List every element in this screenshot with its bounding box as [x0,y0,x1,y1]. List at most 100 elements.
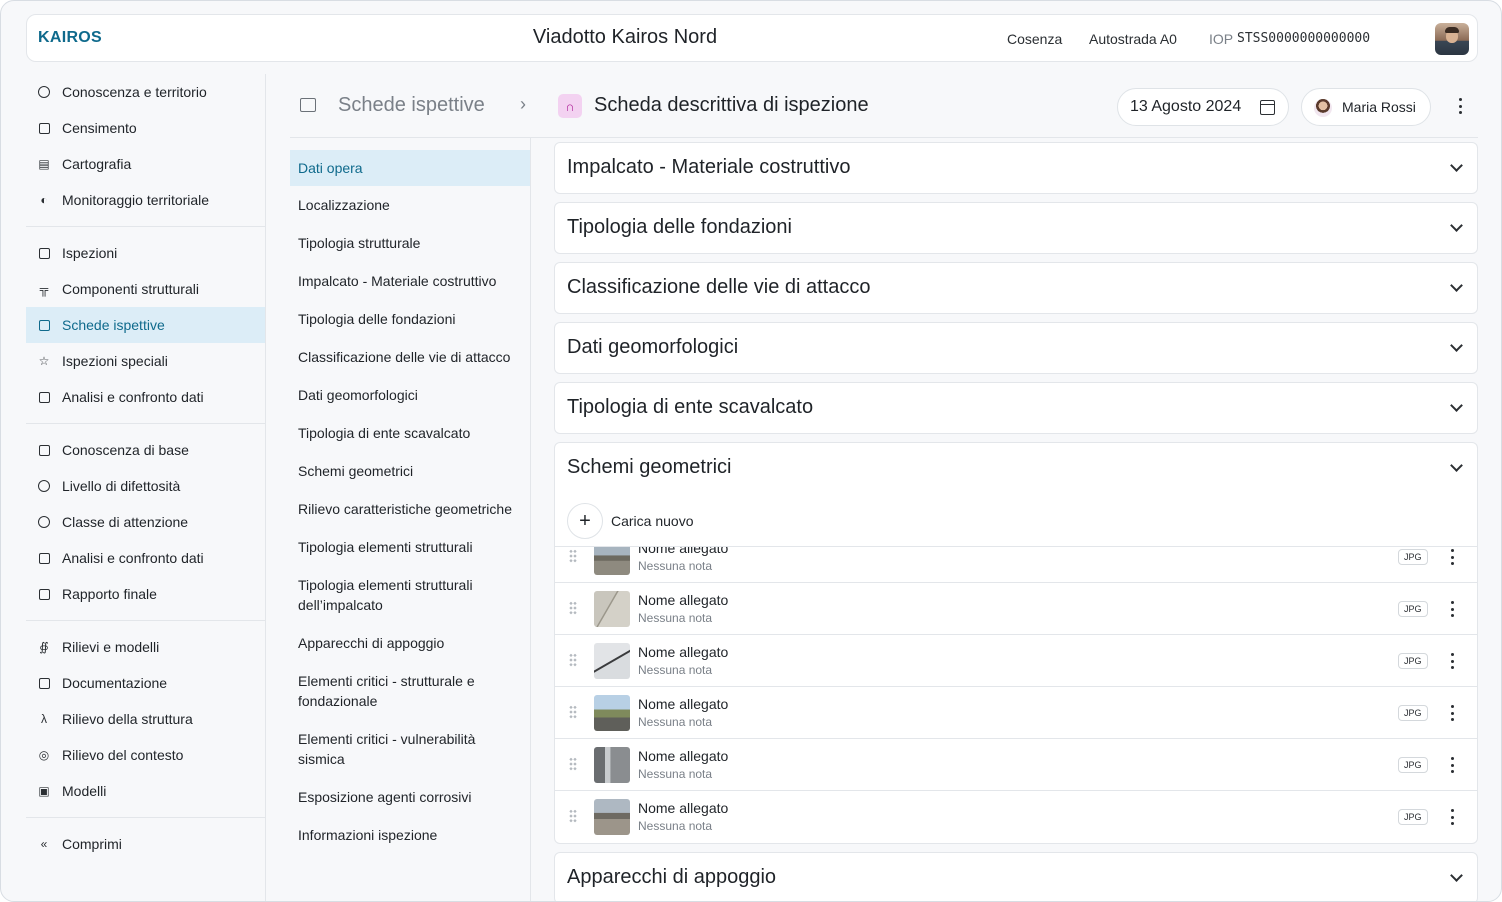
sidebar-item-rilievi-modelli[interactable]: ∯ Rilievi e modelli [26,629,265,665]
sidebar-item-schede-ispettive[interactable]: Schede ispettive [26,307,265,343]
breadcrumb-parent[interactable]: Schede ispettive [338,94,485,117]
attachment-name: Nome allegato [638,748,729,764]
accordion-title: Classificazione delle vie di attacco [567,276,871,298]
report-icon [37,587,51,601]
bar-chart-icon [37,390,51,404]
section-item[interactable]: Schemi geometrici [290,452,530,490]
sidebar-item-analisi-confronto-2[interactable]: Analisi e confronto dati [26,540,265,576]
more-options-icon[interactable] [1444,703,1460,723]
accordion-title[interactable]: Schemi geometrici [567,456,732,479]
accordion-fondazioni[interactable]: Tipologia delle fondazioni [554,202,1478,254]
section-item[interactable]: Rilievo caratteristiche geometriche [290,490,530,528]
sidebar-item-rapporto-finale[interactable]: Rapporto finale [26,576,265,612]
collapse-button[interactable]: « Comprimi [26,826,265,862]
drag-handle-icon[interactable] [569,549,577,563]
section-item[interactable]: Esposizione agenti corrosivi [290,778,530,816]
upload-label[interactable]: Carica nuovo [611,513,694,529]
chevron-down-icon [1450,159,1463,172]
more-options-icon[interactable] [1444,807,1460,827]
more-options-icon[interactable] [1444,755,1460,775]
accordion-impalcato[interactable]: Impalcato - Materiale costruttivo [554,142,1478,194]
sidebar-item-label: Documentazione [62,675,168,691]
add-attachment-button[interactable]: + [567,503,603,539]
attachment-name: Nome allegato [638,800,729,816]
sidebar-item-ispezioni-speciali[interactable]: ☆ Ispezioni speciali [26,343,265,379]
section-item[interactable]: Localizzazione [290,186,530,224]
user-avatar[interactable] [1435,23,1469,55]
document-icon [37,676,51,690]
sidebar-item-componenti-strutturali[interactable]: ╦ Componenti strutturali [26,271,265,307]
attachment-row[interactable]: Nome allegato Nessuna nota JPG [555,547,1477,583]
more-options-icon[interactable] [1444,599,1460,619]
nav-group: ∯ Rilievi e modelli Documentazione λ Ril… [26,629,265,818]
top-bar: KAIROS Viadotto Kairos Nord Cosenza Auto… [26,14,1478,62]
section-item[interactable]: Tipologia strutturale [290,224,530,262]
sidebar-item-label: Modelli [62,783,107,799]
sidebar-item-rilievo-contesto[interactable]: ◎ Rilievo del contesto [26,737,265,773]
section-item[interactable]: Apparecchi di appoggio [290,624,530,662]
chevron-down-icon[interactable] [1450,459,1463,472]
section-item[interactable]: Elementi critici - vulnerabilità sismica [290,720,530,778]
user-name: Maria Rossi [1342,99,1416,115]
drag-handle-icon[interactable] [569,705,577,719]
more-options-icon[interactable] [1444,651,1460,671]
accordion-apparecchi-appoggio[interactable]: Apparecchi di appoggio [554,852,1478,901]
sidebar-item-documentazione[interactable]: Documentazione [26,665,265,701]
attachment-name: Nome allegato [638,644,729,660]
accordion-schemi-geometrici: Schemi geometrici + Carica nuovo Nome al… [554,442,1478,844]
edit-square-icon [37,246,51,260]
section-item[interactable]: Tipologia di ente scavalcato [290,414,530,452]
collapse-label: Comprimi [62,836,122,852]
attachment-name: Nome allegato [638,592,729,608]
attachment-row[interactable]: Nome allegato Nessuna nota JPG [555,739,1477,791]
sidebar-item-ispezioni[interactable]: Ispezioni [26,235,265,271]
sidebar-item-conoscenza-base[interactable]: Conoscenza di base [26,432,265,468]
user-chip[interactable]: Maria Rossi [1301,88,1431,126]
accordion-vie-attacco[interactable]: Classificazione delle vie di attacco [554,262,1478,314]
file-type-badge: JPG [1398,653,1428,669]
section-item[interactable]: Dati opera [290,150,530,186]
document-icon [37,121,51,135]
section-item[interactable]: Tipologia elementi strutturali dell’impa… [290,566,530,624]
accordion-panel: Impalcato - Materiale costruttivo Tipolo… [554,142,1478,901]
double-chevron-left-icon: « [40,837,48,851]
attachment-row[interactable]: Nome allegato Nessuna nota JPG [555,687,1477,739]
section-item[interactable]: Tipologia delle fondazioni [290,300,530,338]
accordion-ente-scavalcato[interactable]: Tipologia di ente scavalcato [554,382,1478,434]
sidebar-item-livello-difettosita[interactable]: Livello di difettosità [26,468,265,504]
sidebar-item-monitoraggio-territoriale[interactable]: ◐ Monitoraggio territoriale [26,182,265,218]
target-icon: ◎ [38,748,50,762]
compass-icon: λ [41,712,47,726]
drag-handle-icon[interactable] [569,809,577,823]
attachment-row[interactable]: Nome allegato Nessuna nota JPG [555,583,1477,635]
app-frame: KAIROS Viadotto Kairos Nord Cosenza Auto… [0,0,1502,902]
section-item[interactable]: Dati geomorfologici [290,376,530,414]
attachment-thumbnail [594,547,630,575]
drag-handle-icon[interactable] [569,757,577,771]
sidebar-item-rilievo-struttura[interactable]: λ Rilievo della struttura [26,701,265,737]
section-item[interactable]: Tipologia elementi strutturali [290,528,530,566]
sidebar-item-modelli[interactable]: ▣ Modelli [26,773,265,809]
sidebar-item-censimento[interactable]: Censimento [26,110,265,146]
sidebar-item-label: Componenti strutturali [62,281,199,297]
section-item[interactable]: Classificazione delle vie di attacco [290,338,530,376]
attachment-row[interactable]: Nome allegato Nessuna nota JPG [555,635,1477,687]
attachment-thumbnail [594,747,630,783]
section-item[interactable]: Informazioni ispezione [290,816,530,854]
sidebar-item-conoscenza-territorio[interactable]: Conoscenza e territorio [26,74,265,110]
sidebar-item-classe-attenzione[interactable]: Classe di attenzione [26,504,265,540]
line-chart-icon [37,443,51,457]
section-item[interactable]: Elementi critici - strutturale e fondazi… [290,662,530,720]
more-options-icon[interactable] [1452,96,1468,116]
sidebar-item-analisi-confronto[interactable]: Analisi e confronto dati [26,379,265,415]
section-item[interactable]: Impalcato - Materiale costruttivo [290,262,530,300]
date-picker[interactable]: 13 Agosto 2024 [1117,88,1289,126]
accordion-geomorfologici[interactable]: Dati geomorfologici [554,322,1478,374]
drag-handle-icon[interactable] [569,601,577,615]
sidebar-item-label: Classe di attenzione [62,514,189,530]
drag-handle-icon[interactable] [569,653,577,667]
attachment-note: Nessuna nota [638,767,713,781]
more-options-icon[interactable] [1444,547,1460,567]
sidebar-item-cartografia[interactable]: ▤ Cartografia [26,146,265,182]
attachment-row[interactable]: Nome allegato Nessuna nota JPG [555,791,1477,843]
